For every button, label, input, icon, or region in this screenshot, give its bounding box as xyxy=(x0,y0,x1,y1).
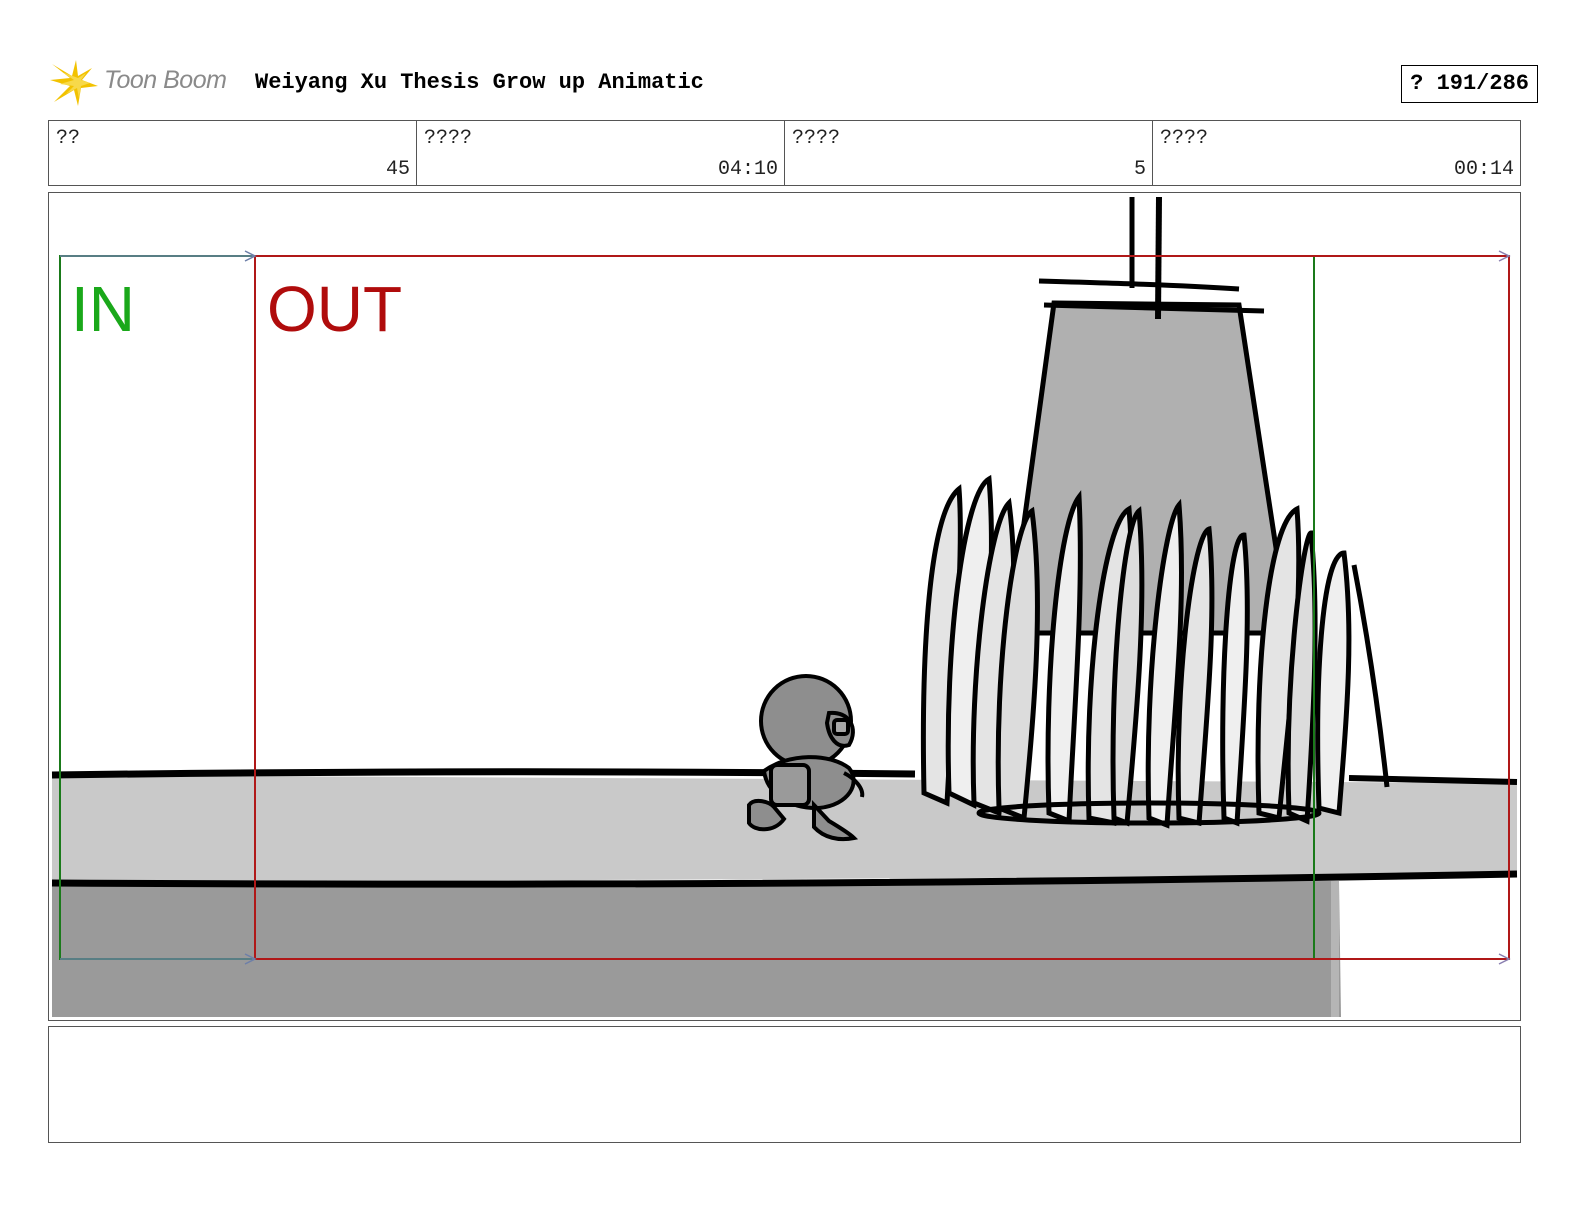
info-value: 45 xyxy=(385,158,410,181)
page-indicator: ? 191/286 xyxy=(1401,65,1538,103)
tower-cap xyxy=(1038,278,1240,292)
panel-notes xyxy=(48,1026,1521,1143)
panel-info-row: ?? 45 ???? 04:10 ???? 5 ???? 00:14 xyxy=(48,120,1521,186)
storyboard-header: Toon Boom Weiyang Xu Thesis Grow up Anim… xyxy=(48,56,1538,108)
info-label: ?? xyxy=(56,127,81,150)
info-cell-duration: ???? 04:10 xyxy=(417,121,785,185)
info-cell-scene: ?? 45 xyxy=(49,121,417,185)
in-label: IN xyxy=(71,273,135,345)
storyboard-panel: IN OUT xyxy=(48,192,1521,1021)
logo-wordmark: Toon Boom xyxy=(104,66,227,94)
info-value: 04:10 xyxy=(717,158,778,181)
info-cell-panel: ???? 5 xyxy=(785,121,1153,185)
toon-boom-logo: Toon Boom xyxy=(48,56,248,108)
info-cell-panel-duration: ???? 00:14 xyxy=(1153,121,1520,185)
tower-pole-2 xyxy=(1155,196,1162,320)
info-value: 5 xyxy=(1133,158,1146,181)
ground-side xyxy=(1331,881,1339,1017)
toon-boom-starburst-icon xyxy=(50,60,98,106)
out-label: OUT xyxy=(267,273,402,345)
panel-drawing: IN OUT xyxy=(51,196,1518,1017)
info-label: ???? xyxy=(792,127,841,150)
document-title: Weiyang Xu Thesis Grow up Animatic xyxy=(255,70,704,95)
info-value: 00:14 xyxy=(1453,158,1514,181)
ground-front xyxy=(52,881,1341,1017)
info-label: ???? xyxy=(1160,127,1209,150)
info-label: ???? xyxy=(424,127,473,150)
ground-edge-back-right xyxy=(1348,775,1518,785)
